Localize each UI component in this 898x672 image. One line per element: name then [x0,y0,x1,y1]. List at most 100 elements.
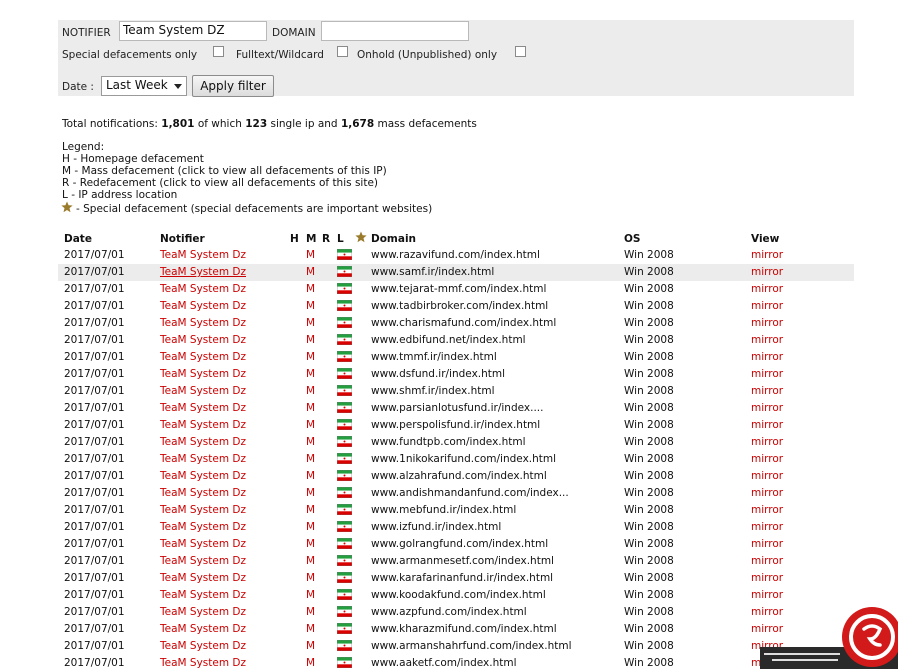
notifier-link[interactable]: TeaM System Dz [160,453,246,465]
mass-link[interactable]: M [306,606,315,618]
date-cell: 2017/07/01 [64,317,125,329]
mass-link[interactable]: M [306,402,315,414]
notifier-link[interactable]: TeaM System Dz [160,419,246,431]
mirror-link[interactable]: mirror [751,368,783,380]
mirror-link[interactable]: mirror [751,589,783,601]
notifier-link[interactable]: TeaM System Dz [160,657,246,669]
notifier-link[interactable]: TeaM System Dz [160,368,246,380]
mirror-link[interactable]: mirror [751,419,783,431]
notifier-link[interactable]: TeaM System Dz [160,266,246,278]
mass-link[interactable]: M [306,640,315,652]
notifier-link[interactable]: TeaM System Dz [160,317,246,329]
apply-filter-button[interactable]: Apply filter [192,75,274,97]
col-os[interactable]: OS [624,233,641,245]
notifier-link[interactable]: TeaM System Dz [160,640,246,652]
col-date[interactable]: Date [64,233,92,245]
notifier-link[interactable]: TeaM System Dz [160,436,246,448]
mass-link[interactable]: M [306,538,315,550]
mass-link[interactable]: M [306,283,315,295]
mass-link[interactable]: M [306,572,315,584]
os-cell: Win 2008 [624,300,674,312]
date-select[interactable]: Last Week [101,76,187,96]
mirror-link[interactable]: mirror [751,385,783,397]
mass-link[interactable]: M [306,317,315,329]
table-row: 2017/07/01 TeaM System Dz Mwww.kharazmifun… [58,621,854,638]
mass-link[interactable]: M [306,351,315,363]
notifier-link[interactable]: TeaM System Dz [160,385,246,397]
fulltext-checkbox[interactable] [337,46,348,57]
mirror-link[interactable]: mirror [751,521,783,533]
mirror-link[interactable]: mirror [751,504,783,516]
date-cell: 2017/07/01 [64,283,125,295]
date-cell: 2017/07/01 [64,470,125,482]
notifier-link[interactable]: TeaM System Dz [160,521,246,533]
mass-link[interactable]: M [306,589,315,601]
mirror-link[interactable]: mirror [751,283,783,295]
notifier-link[interactable]: TeaM System Dz [160,283,246,295]
notifier-link[interactable]: TeaM System Dz [160,606,246,618]
notifier-link[interactable]: TeaM System Dz [160,487,246,499]
notifier-link[interactable]: TeaM System Dz [160,538,246,550]
mirror-link[interactable]: mirror [751,572,783,584]
iran-flag-icon [337,266,352,277]
onhold-checkbox[interactable] [515,46,526,57]
mirror-link[interactable]: mirror [751,402,783,414]
mirror-link[interactable]: mirror [751,538,783,550]
mass-link[interactable]: M [306,521,315,533]
domain-cell: www.izfund.ir/index.html [371,521,502,533]
notifier-link[interactable]: TeaM System Dz [160,572,246,584]
mass-link[interactable]: M [306,623,315,635]
mirror-link[interactable]: mirror [751,453,783,465]
notifier-link[interactable]: TeaM System Dz [160,589,246,601]
mass-link[interactable]: M [306,555,315,567]
mass-link[interactable]: M [306,504,315,516]
notifier-link[interactable]: TeaM System Dz [160,249,246,261]
special-only-checkbox[interactable] [213,46,224,57]
os-cell: Win 2008 [624,351,674,363]
notifier-link[interactable]: TeaM System Dz [160,334,246,346]
mass-link[interactable]: M [306,487,315,499]
mirror-link[interactable]: mirror [751,470,783,482]
mirror-link[interactable]: mirror [751,555,783,567]
mass-link[interactable]: M [306,266,315,278]
mass-link[interactable]: M [306,334,315,346]
mass-link[interactable]: M [306,453,315,465]
notifier-link[interactable]: TeaM System Dz [160,623,246,635]
notifier-link[interactable]: TeaM System Dz [160,470,246,482]
mass-link[interactable]: M [306,368,315,380]
mass-link[interactable]: M [306,657,315,669]
mirror-link[interactable]: mirror [751,334,783,346]
os-cell: Win 2008 [624,487,674,499]
iran-flag-icon [337,317,352,328]
notifier-link[interactable]: TeaM System Dz [160,351,246,363]
domain-cell: www.shmf.ir/index.html [371,385,495,397]
mirror-link[interactable]: mirror [751,266,783,278]
notifier-link[interactable]: TeaM System Dz [160,300,246,312]
domain-cell: www.parsianlotusfund.ir/index.... [371,402,544,414]
notifier-link[interactable]: TeaM System Dz [160,402,246,414]
mirror-link[interactable]: mirror [751,436,783,448]
chevron-down-icon [174,84,182,89]
notifier-link[interactable]: TeaM System Dz [160,555,246,567]
mirror-link[interactable]: mirror [751,300,783,312]
notifier-input[interactable]: Team System DZ [119,21,267,41]
mass-link[interactable]: M [306,249,315,261]
notifier-link[interactable]: TeaM System Dz [160,504,246,516]
col-notifier[interactable]: Notifier [160,233,205,245]
mass-link[interactable]: M [306,300,315,312]
table-row: 2017/07/01 TeaM System Dz Mwww.azpfund.com… [58,604,854,621]
mirror-link[interactable]: mirror [751,317,783,329]
col-domain[interactable]: Domain [371,233,416,245]
table-row: 2017/07/01 TeaM System Dz Mwww.izfund.ir/i… [58,519,854,536]
domain-input[interactable] [321,21,469,41]
mass-link[interactable]: M [306,470,315,482]
mirror-link[interactable]: mirror [751,351,783,363]
os-cell: Win 2008 [624,538,674,550]
date-cell: 2017/07/01 [64,606,125,618]
mass-link[interactable]: M [306,436,315,448]
mass-link[interactable]: M [306,385,315,397]
mirror-link[interactable]: mirror [751,487,783,499]
domain-cell: www.tadbirbroker.com/index.html [371,300,549,312]
mirror-link[interactable]: mirror [751,249,783,261]
mass-link[interactable]: M [306,419,315,431]
